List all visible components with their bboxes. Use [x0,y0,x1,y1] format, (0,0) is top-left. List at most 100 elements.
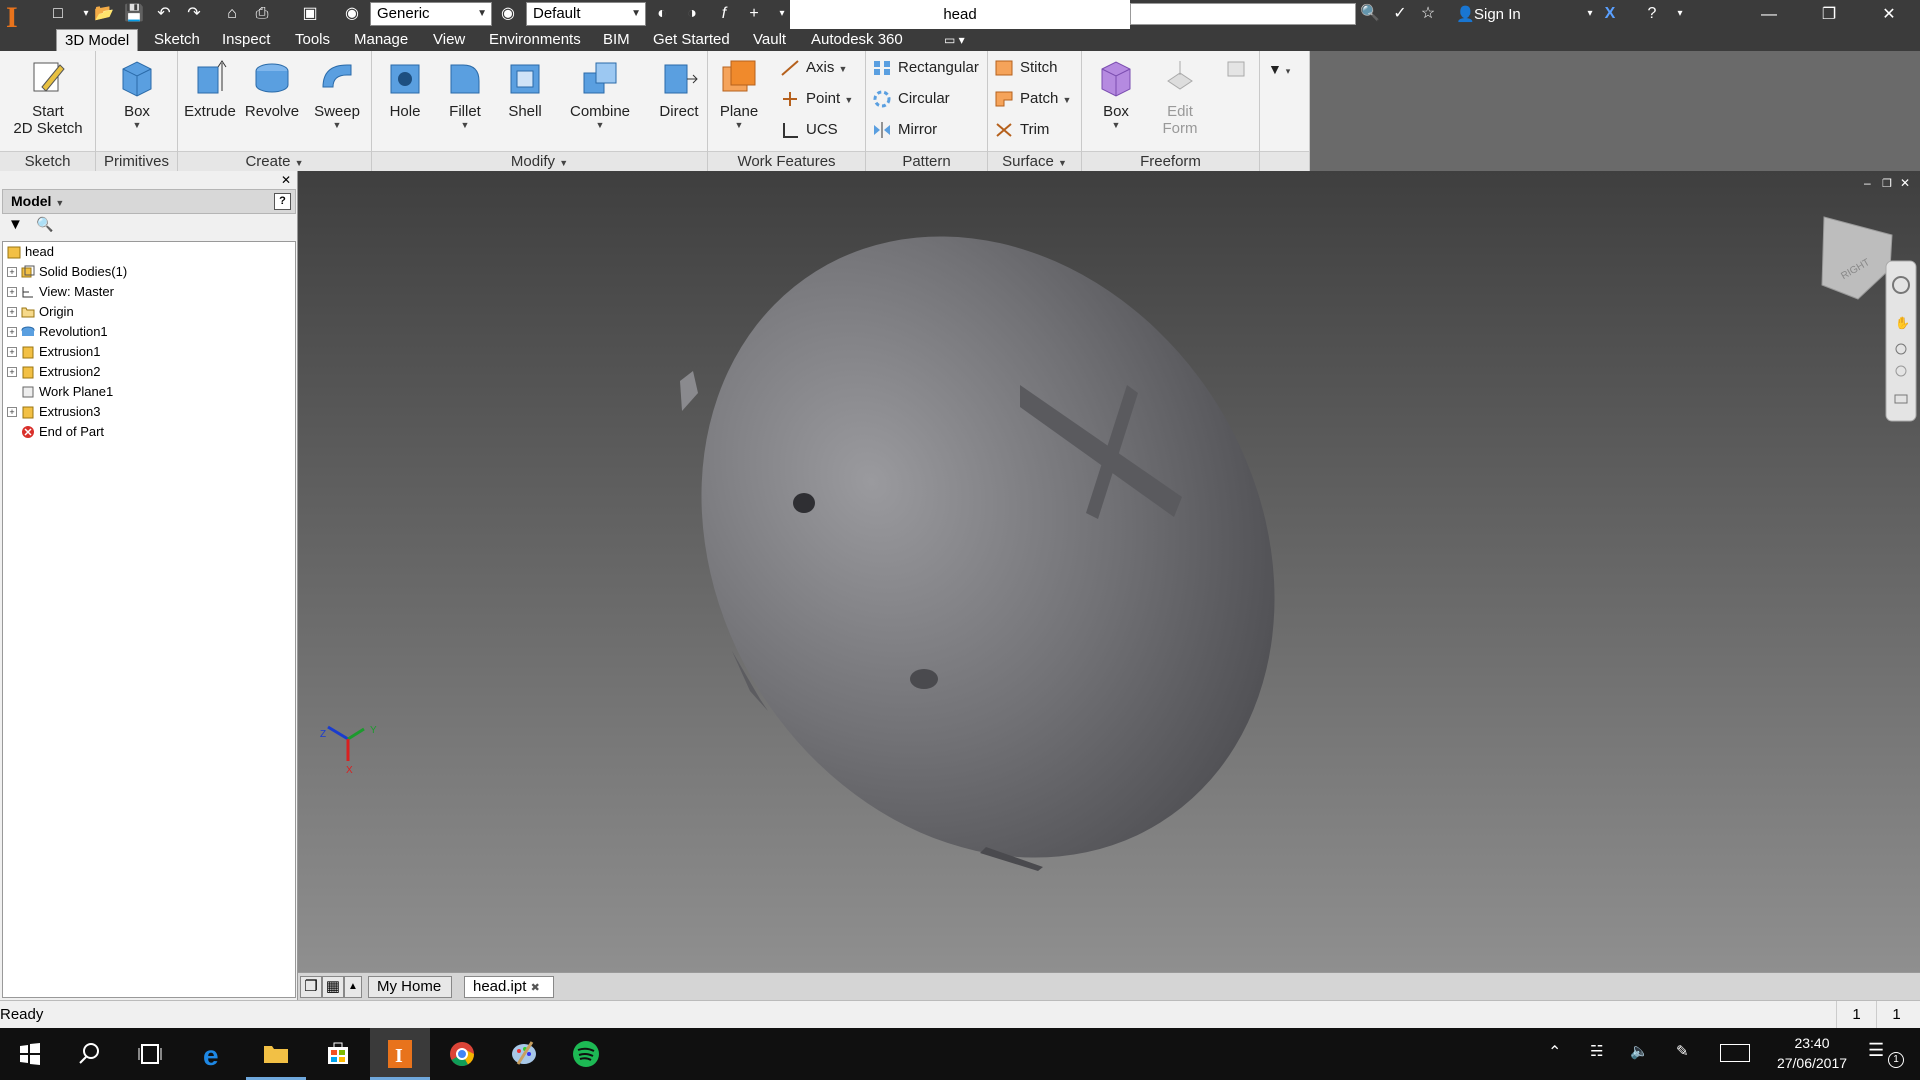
stitch-button[interactable]: Stitch [990,54,1080,82]
start-button[interactable] [0,1028,60,1080]
search-icon[interactable]: 🔍 [1358,3,1382,25]
material-select[interactable]: Generic ▼ [370,2,492,26]
create-panel-label[interactable]: Create ▼ [178,151,371,171]
expand-icon[interactable]: + [7,347,17,357]
exchange-icon[interactable]: X [1598,3,1622,25]
freeform-box-button[interactable]: Box ▼ [1088,55,1144,147]
revolve-button[interactable]: Revolve [240,55,304,147]
trim-button[interactable]: Trim [990,116,1080,144]
close-icon[interactable]: ✕ [1860,0,1918,29]
edit-form-button[interactable]: Edit Form [1150,55,1210,147]
box-button[interactable]: Box ▼ [104,55,170,147]
sweep-button[interactable]: Sweep ▼ [306,55,368,147]
pan-icon[interactable]: ✋ [1895,316,1910,330]
expand-icon[interactable]: + [7,407,17,417]
tab-3d-model[interactable]: 3D Model [56,29,139,51]
viewport-close-icon[interactable]: ✕ [1900,176,1910,190]
find-icon[interactable]: 🔍 [36,216,53,233]
browser-help-icon[interactable]: ? [274,193,291,210]
tab-vault[interactable]: Vault [745,29,794,51]
new-icon[interactable]: □ [46,3,70,25]
adjust-icon[interactable]: ◐ [650,3,674,25]
expand-icon[interactable]: + [7,367,17,377]
graphics-viewport[interactable]: RIGHT ✋ Z Y X – ❐ ✕ [298,171,1920,972]
network-icon[interactable]: ☵ [1590,1042,1603,1060]
crosshair-icon[interactable]: + [742,3,766,25]
appearance-select[interactable]: Default ▼ [526,2,646,26]
modify-panel-label[interactable]: Modify ▼ [372,151,707,171]
viewcube[interactable]: RIGHT [1821,216,1893,300]
help-search-input[interactable] [1130,3,1356,25]
ribbon-options-icon[interactable]: ▼ ▾ [1268,55,1304,83]
expand-icon[interactable]: + [7,287,17,297]
tab-autodesk-360[interactable]: Autodesk 360 [803,29,911,51]
tab-inspect[interactable]: Inspect [214,29,278,51]
expand-icon[interactable]: + [7,267,17,277]
redo-icon[interactable]: ↷ [182,3,206,25]
function-icon[interactable]: f [712,3,736,25]
extrude-button[interactable]: Extrude [180,55,240,147]
navigation-bar[interactable]: ✋ [1885,260,1917,422]
plane-button[interactable]: Plane ▼ [714,55,764,147]
hole-button[interactable]: Hole [376,55,434,147]
help-dropdown-icon[interactable]: ▾ [1668,3,1692,25]
tab-bim[interactable]: BIM [595,29,638,51]
axis-button[interactable]: Axis ▼ [776,54,864,82]
mirror-button[interactable]: Mirror [868,116,986,144]
minimize-icon[interactable]: — [1740,0,1798,29]
star-icon[interactable]: ☆ [1416,3,1440,25]
color-icon[interactable]: ◉ [340,3,364,25]
chrome-button[interactable] [432,1028,492,1080]
tab-view[interactable]: View [425,29,473,51]
fillet-button[interactable]: Fillet ▼ [436,55,494,147]
combine-button[interactable]: Combine ▼ [558,55,642,147]
tab-my-home[interactable]: My Home [368,976,452,998]
help-icon[interactable]: ? [1640,3,1664,25]
tab-manage[interactable]: Manage [346,29,416,51]
expand-icon[interactable]: + [7,307,17,317]
ucs-button[interactable]: UCS [776,116,864,144]
shell-button[interactable]: Shell [496,55,554,147]
tab-get-started[interactable]: Get Started [645,29,738,51]
task-view-button[interactable] [120,1028,180,1080]
home-icon[interactable]: ⌂ [220,3,244,25]
search-button[interactable] [60,1028,120,1080]
subscription-icon[interactable]: ✓ [1388,3,1412,25]
keyboard-icon[interactable] [1720,1044,1750,1062]
browser-close-icon[interactable]: ✕ [281,173,291,187]
browser-header[interactable]: Model ▼? [2,189,296,214]
filter-icon[interactable]: ▼ [8,216,23,233]
sign-in-button[interactable]: 👤 Sign In [1456,0,1521,29]
tab-menu-icon[interactable]: ▲ [344,976,362,998]
panel-toggle-icon[interactable]: ▭ ▾ [936,29,973,51]
clear-icon[interactable]: ◑ [680,3,704,25]
viewport-minimize-icon[interactable]: – [1864,176,1871,190]
rectangular-pattern-button[interactable]: Rectangular [868,54,986,82]
patch-button[interactable]: Patch ▼ [990,85,1080,113]
viewport-restore-icon[interactable]: ❐ [1882,178,1892,190]
restore-icon[interactable]: ❐ [1800,0,1858,29]
open-icon[interactable]: 📂 [92,3,116,25]
select-icon[interactable]: ▣ [298,3,322,25]
tab-sketch[interactable]: Sketch [146,29,208,51]
store-button[interactable] [308,1028,368,1080]
direct-button[interactable]: Direct [654,55,704,147]
tab-environments[interactable]: Environments [481,29,589,51]
circular-pattern-button[interactable]: Circular [868,85,986,113]
edge-button[interactable]: e [184,1028,244,1080]
file-explorer-button[interactable] [246,1028,306,1080]
action-center-button[interactable]: ☰ 1 [1868,1040,1908,1068]
volume-icon[interactable]: 🔈 [1630,1042,1649,1060]
tile-icon[interactable]: ▦ [322,976,344,998]
expand-icon[interactable]: + [7,327,17,337]
tab-head-ipt[interactable]: head.ipt ✖ [464,976,554,998]
tab-tools[interactable]: Tools [287,29,338,51]
inventor-taskbar-button[interactable]: I [370,1028,430,1080]
head-model[interactable] [587,171,1389,966]
close-tab-icon[interactable]: ✖ [531,982,540,994]
freeform-extra-button[interactable] [1222,55,1252,83]
undo-icon[interactable]: ↶ [152,3,176,25]
spotify-button[interactable] [556,1028,616,1080]
inventor-logo[interactable]: I [0,0,38,40]
update-icon[interactable]: ⎙ [250,3,274,25]
